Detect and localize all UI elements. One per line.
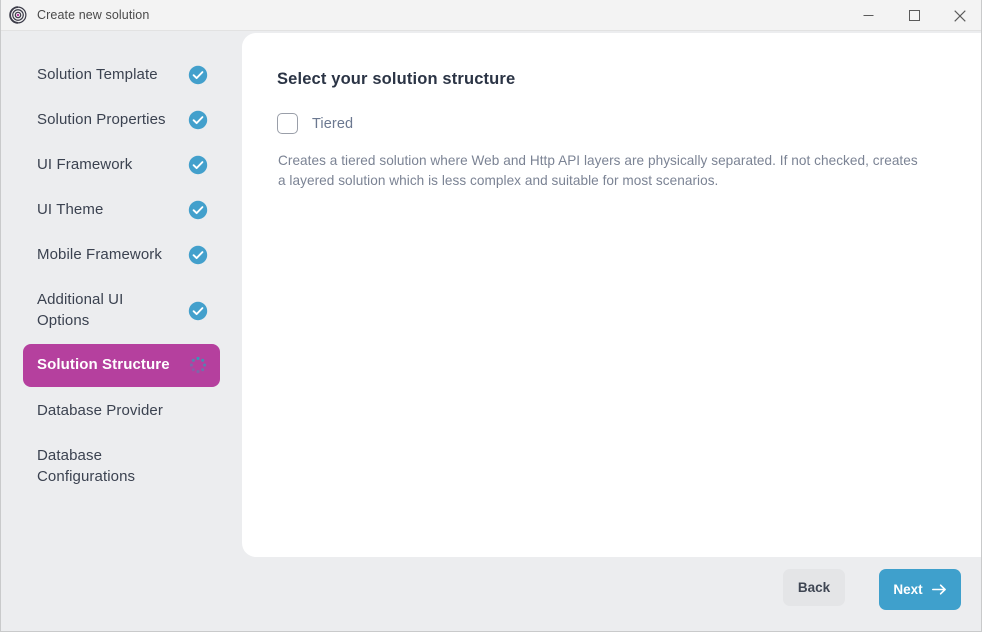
- next-button[interactable]: Next: [879, 569, 961, 610]
- sidebar-item-ui-theme[interactable]: UI Theme: [23, 194, 220, 227]
- sidebar-item-solution-properties[interactable]: Solution Properties: [23, 104, 220, 137]
- minimize-button[interactable]: [845, 0, 891, 31]
- maximize-button[interactable]: [891, 0, 937, 31]
- abp-logo-icon: [9, 6, 27, 24]
- tiered-checkbox[interactable]: [277, 113, 298, 134]
- sidebar-item-mobile-framework[interactable]: Mobile Framework: [23, 239, 220, 272]
- window-title: Create new solution: [37, 8, 150, 22]
- sidebar-item-label: Database Configurations: [37, 447, 136, 485]
- create-new-solution-window: Create new solution Solution Template So…: [0, 0, 982, 632]
- close-icon: [954, 9, 966, 22]
- wizard-footer: Back Next: [1, 557, 981, 631]
- tiered-checkbox-row: Tiered: [277, 113, 353, 134]
- sidebar-item-solution-structure[interactable]: Solution Structure: [23, 344, 220, 387]
- sidebar-item-label: Solution Structure: [37, 356, 170, 373]
- check-circle-icon: [188, 301, 208, 321]
- sidebar-item-label: UI Framework: [37, 156, 133, 173]
- status-placeholder: [188, 457, 208, 477]
- sidebar-item-label: Additional UI Options: [37, 291, 124, 329]
- title-bar: Create new solution: [1, 0, 981, 31]
- sidebar-item-label: Mobile Framework: [37, 246, 162, 263]
- next-button-label: Next: [893, 582, 923, 597]
- tiered-description: Creates a tiered solution where Web and …: [278, 153, 918, 188]
- spinner-icon: [188, 355, 208, 375]
- check-circle-icon: [188, 200, 208, 220]
- check-circle-icon: [188, 110, 208, 130]
- sidebar-item-database-provider[interactable]: Database Provider: [23, 395, 220, 428]
- sidebar-item-ui-framework[interactable]: UI Framework: [23, 149, 220, 182]
- arrow-right-icon: [931, 584, 946, 595]
- back-button[interactable]: Back: [783, 569, 845, 606]
- tiered-checkbox-label: Tiered: [312, 115, 354, 132]
- status-placeholder: [188, 401, 208, 421]
- check-circle-icon: [188, 65, 208, 85]
- maximize-icon: [908, 10, 920, 21]
- sidebar-item-solution-template[interactable]: Solution Template: [23, 59, 220, 92]
- close-button[interactable]: [937, 0, 981, 31]
- check-circle-icon: [188, 245, 208, 265]
- sidebar-item-database-configurations[interactable]: Database Configurations: [23, 440, 220, 493]
- wizard-step-sidebar: Solution Template Solution Properties UI…: [1, 31, 242, 631]
- page-title: Select your solution structure: [277, 70, 516, 88]
- minimize-icon: [863, 15, 873, 16]
- sidebar-item-label: Database Provider: [37, 402, 163, 419]
- check-circle-icon: [188, 155, 208, 175]
- sidebar-item-additional-ui-options[interactable]: Additional UI Options: [23, 284, 220, 337]
- main-content-panel: Select your solution structure Tiered Cr…: [242, 33, 981, 557]
- sidebar-item-label: UI Theme: [37, 201, 104, 218]
- sidebar-item-label: Solution Properties: [37, 111, 166, 128]
- window-controls: [845, 0, 981, 31]
- sidebar-item-label: Solution Template: [37, 66, 158, 83]
